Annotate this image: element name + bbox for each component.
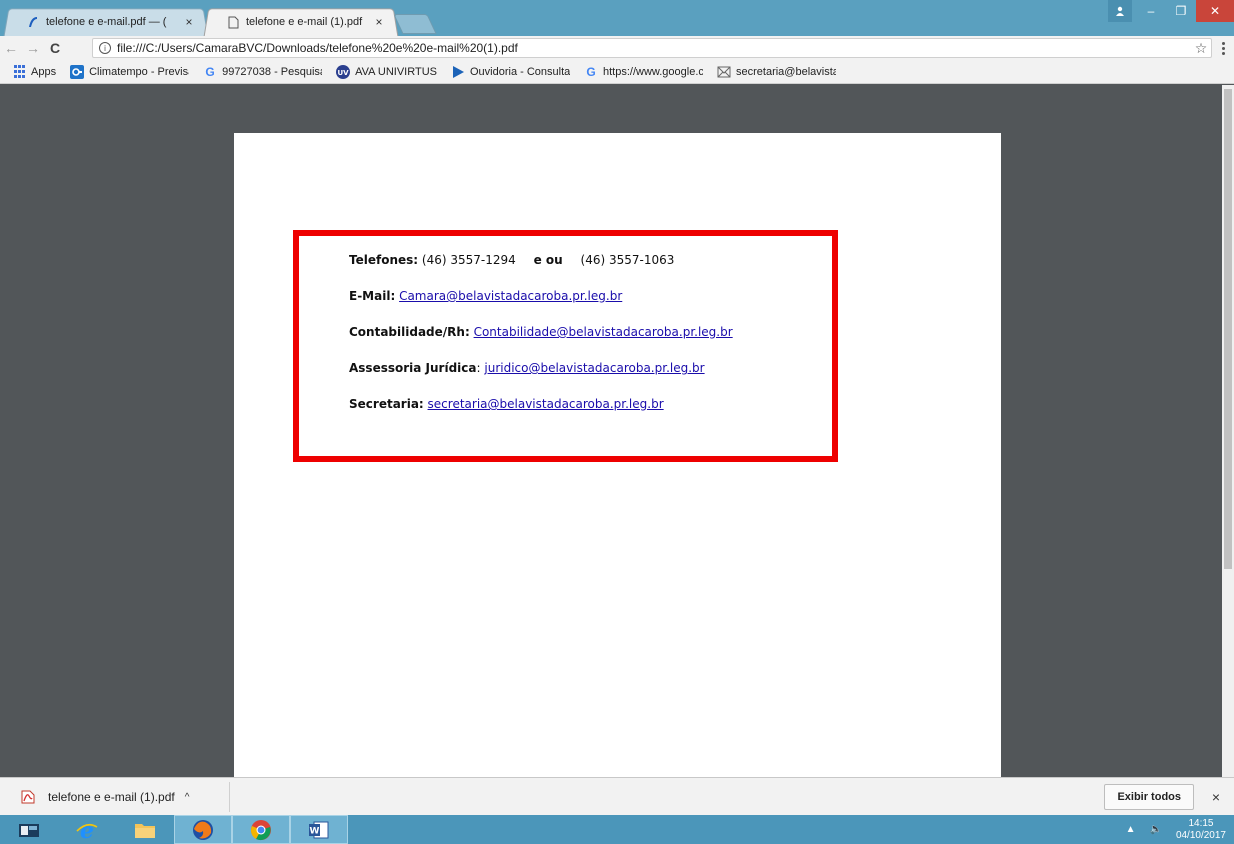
browser-menu-icon[interactable] (1218, 38, 1228, 58)
bookmark-star-icon[interactable]: ☆ (1191, 40, 1211, 57)
tab-telefone-e-mail-1-pdf[interactable]: telefone e e-mail (1).pdf × (203, 8, 399, 37)
chrome-icon[interactable] (232, 815, 290, 844)
contact-info-box: Telefones: (46) 3557-1294 e ou (46) 3557… (293, 230, 838, 462)
uv-icon: UV (336, 64, 351, 79)
firefox-icon[interactable] (174, 815, 232, 844)
download-file-name: telefone e e-mail (1).pdf (48, 790, 175, 804)
bookmarks-bar: Apps Climatempo - Previsã G 99727038 - P… (0, 60, 1234, 84)
clock[interactable]: 14:15 04/10/2017 (1176, 818, 1226, 842)
svg-text:e: e (80, 819, 94, 841)
secretary-email-link[interactable]: secretaria@belavistadacaroba.pr.leg.br (428, 397, 664, 411)
tab-title: telefone e e-mail (1).pdf (246, 16, 363, 28)
bookmark-secretaria[interactable]: secretaria@belavistad (717, 65, 836, 79)
mail-icon (717, 65, 731, 79)
forward-button[interactable]: → (22, 37, 44, 59)
bookmark-google[interactable]: G https://www.google.c (584, 65, 703, 79)
back-button[interactable]: ← (0, 37, 22, 59)
download-bar: telefone e e-mail (1).pdf ^ Exibir todos… (0, 777, 1234, 815)
bookmark-label: AVA UNIVIRTUS (355, 65, 437, 78)
file-explorer-icon[interactable] (116, 815, 174, 844)
url-text[interactable]: file:///C:/Users/CamaraBVC/Downloads/tel… (117, 41, 1191, 55)
address-bar[interactable]: i file:///C:/Users/CamaraBVC/Downloads/t… (92, 38, 1212, 58)
pdf-file-icon (20, 789, 36, 805)
bookmark-label: 99727038 - Pesquisa (222, 65, 323, 78)
close-download-bar-icon[interactable]: × (1206, 784, 1226, 810)
tab-close-icon[interactable]: × (372, 15, 386, 29)
svg-text:UV: UV (338, 69, 350, 77)
restore-button[interactable]: ❐ (1166, 0, 1196, 22)
bookmark-climatempo[interactable]: Climatempo - Previsã (70, 64, 190, 79)
user-profile-icon[interactable] (1108, 0, 1132, 22)
window-controls: – ❐ ✕ (1108, 0, 1234, 22)
browser-toolbar: ← → C i file:///C:/Users/CamaraBVC/Downl… (0, 36, 1234, 60)
contact-list: Telefones: (46) 3557-1294 e ou (46) 3557… (349, 250, 733, 430)
bookmark-label: Ouvidoria - Consultar (470, 65, 570, 78)
legal-label: Assessoria Jurídica (349, 361, 477, 375)
chevron-up-icon[interactable]: ^ (185, 792, 190, 803)
pdf-page: Telefones: (46) 3557-1294 e ou (46) 3557… (234, 133, 1001, 777)
info-icon[interactable]: i (99, 42, 111, 54)
tab-close-icon[interactable]: × (182, 15, 196, 29)
vertical-scrollbar[interactable] (1222, 85, 1234, 777)
email-line: E-Mail: Camara@belavistadacaroba.pr.leg.… (349, 286, 733, 322)
google-icon: G (205, 64, 215, 79)
new-tab-button[interactable] (393, 14, 437, 34)
volume-icon[interactable]: 🔈 (1149, 824, 1161, 835)
scrollbar-thumb[interactable] (1224, 89, 1232, 569)
system-tray: ▲ 🔈 14:15 04/10/2017 (1126, 815, 1226, 844)
legal-colon: : (476, 361, 481, 375)
svg-text:W: W (310, 826, 320, 836)
window-title-bar: telefone e e-mail.pdf — ( × telefone e e… (0, 0, 1234, 37)
bookmark-ava-univirtus[interactable]: UV AVA UNIVIRTUS (336, 64, 437, 79)
pdf-viewer[interactable]: Telefones: (46) 3557-1294 e ou (46) 3557… (0, 85, 1234, 777)
document-favicon-icon (226, 15, 240, 29)
legal-line: Assessoria Jurídica: juridico@belavistad… (349, 358, 733, 394)
word-icon[interactable]: W (290, 815, 348, 844)
clock-time: 14:15 (1188, 817, 1214, 829)
tab-telefone-e-mail-pdf[interactable]: telefone e e-mail.pdf — ( × (3, 8, 209, 37)
reload-button[interactable]: C (44, 37, 66, 59)
secretary-label: Secretaria: (349, 397, 424, 411)
bookmark-label: secretaria@belavistad (736, 65, 836, 78)
email-label: E-Mail: (349, 289, 396, 303)
email-link[interactable]: Camara@belavistadacaroba.pr.leg.br (399, 289, 622, 303)
bookmark-label: Apps (31, 65, 57, 78)
show-all-downloads-button[interactable]: Exibir todos (1104, 784, 1194, 810)
phone-connector: e ou (533, 253, 563, 267)
bookmark-label: https://www.google.c (603, 65, 703, 78)
bookmark-ouvidoria[interactable]: Ouvidoria - Consultar (451, 65, 570, 79)
google-icon: G (586, 64, 596, 79)
tab-title: telefone e e-mail.pdf — ( (46, 16, 167, 28)
internet-explorer-icon[interactable]: e (58, 815, 116, 844)
climatempo-icon (70, 64, 85, 79)
windows-taskbar: e W ▲ 🔈 14:15 04/10/2017 (0, 815, 1234, 844)
phones-label: Telefones: (349, 253, 419, 267)
download-item[interactable]: telefone e e-mail (1).pdf ^ (10, 782, 230, 812)
bookmark-pesquisa[interactable]: G 99727038 - Pesquisa (203, 65, 322, 79)
accounting-line: Contabilidade/Rh: Contabilidade@belavist… (349, 322, 733, 358)
acrobat-favicon-icon (26, 15, 40, 29)
legal-email-link[interactable]: juridico@belavistadacaroba.pr.leg.br (484, 361, 704, 375)
bookmark-label: Climatempo - Previsã (89, 65, 190, 78)
arrow-play-icon (451, 65, 465, 79)
phone-2: (46) 3557-1063 (580, 253, 675, 267)
clock-date: 04/10/2017 (1175, 829, 1226, 841)
accounting-email-link[interactable]: Contabilidade@belavistadacaroba.pr.leg.b… (474, 325, 733, 339)
close-window-button[interactable]: ✕ (1196, 0, 1234, 22)
tray-arrow-icon[interactable]: ▲ (1126, 824, 1136, 835)
phone-1: (46) 3557-1294 (421, 253, 516, 267)
bookmark-apps[interactable]: Apps (12, 65, 56, 79)
secretary-line: Secretaria: secretaria@belavistadacaroba… (349, 394, 733, 430)
apps-grid-icon (12, 65, 26, 79)
accounting-label: Contabilidade/Rh: (349, 325, 470, 339)
phones-line: Telefones: (46) 3557-1294 e ou (46) 3557… (349, 250, 733, 286)
explorer-icon[interactable] (0, 815, 58, 844)
minimize-button[interactable]: – (1136, 0, 1166, 22)
